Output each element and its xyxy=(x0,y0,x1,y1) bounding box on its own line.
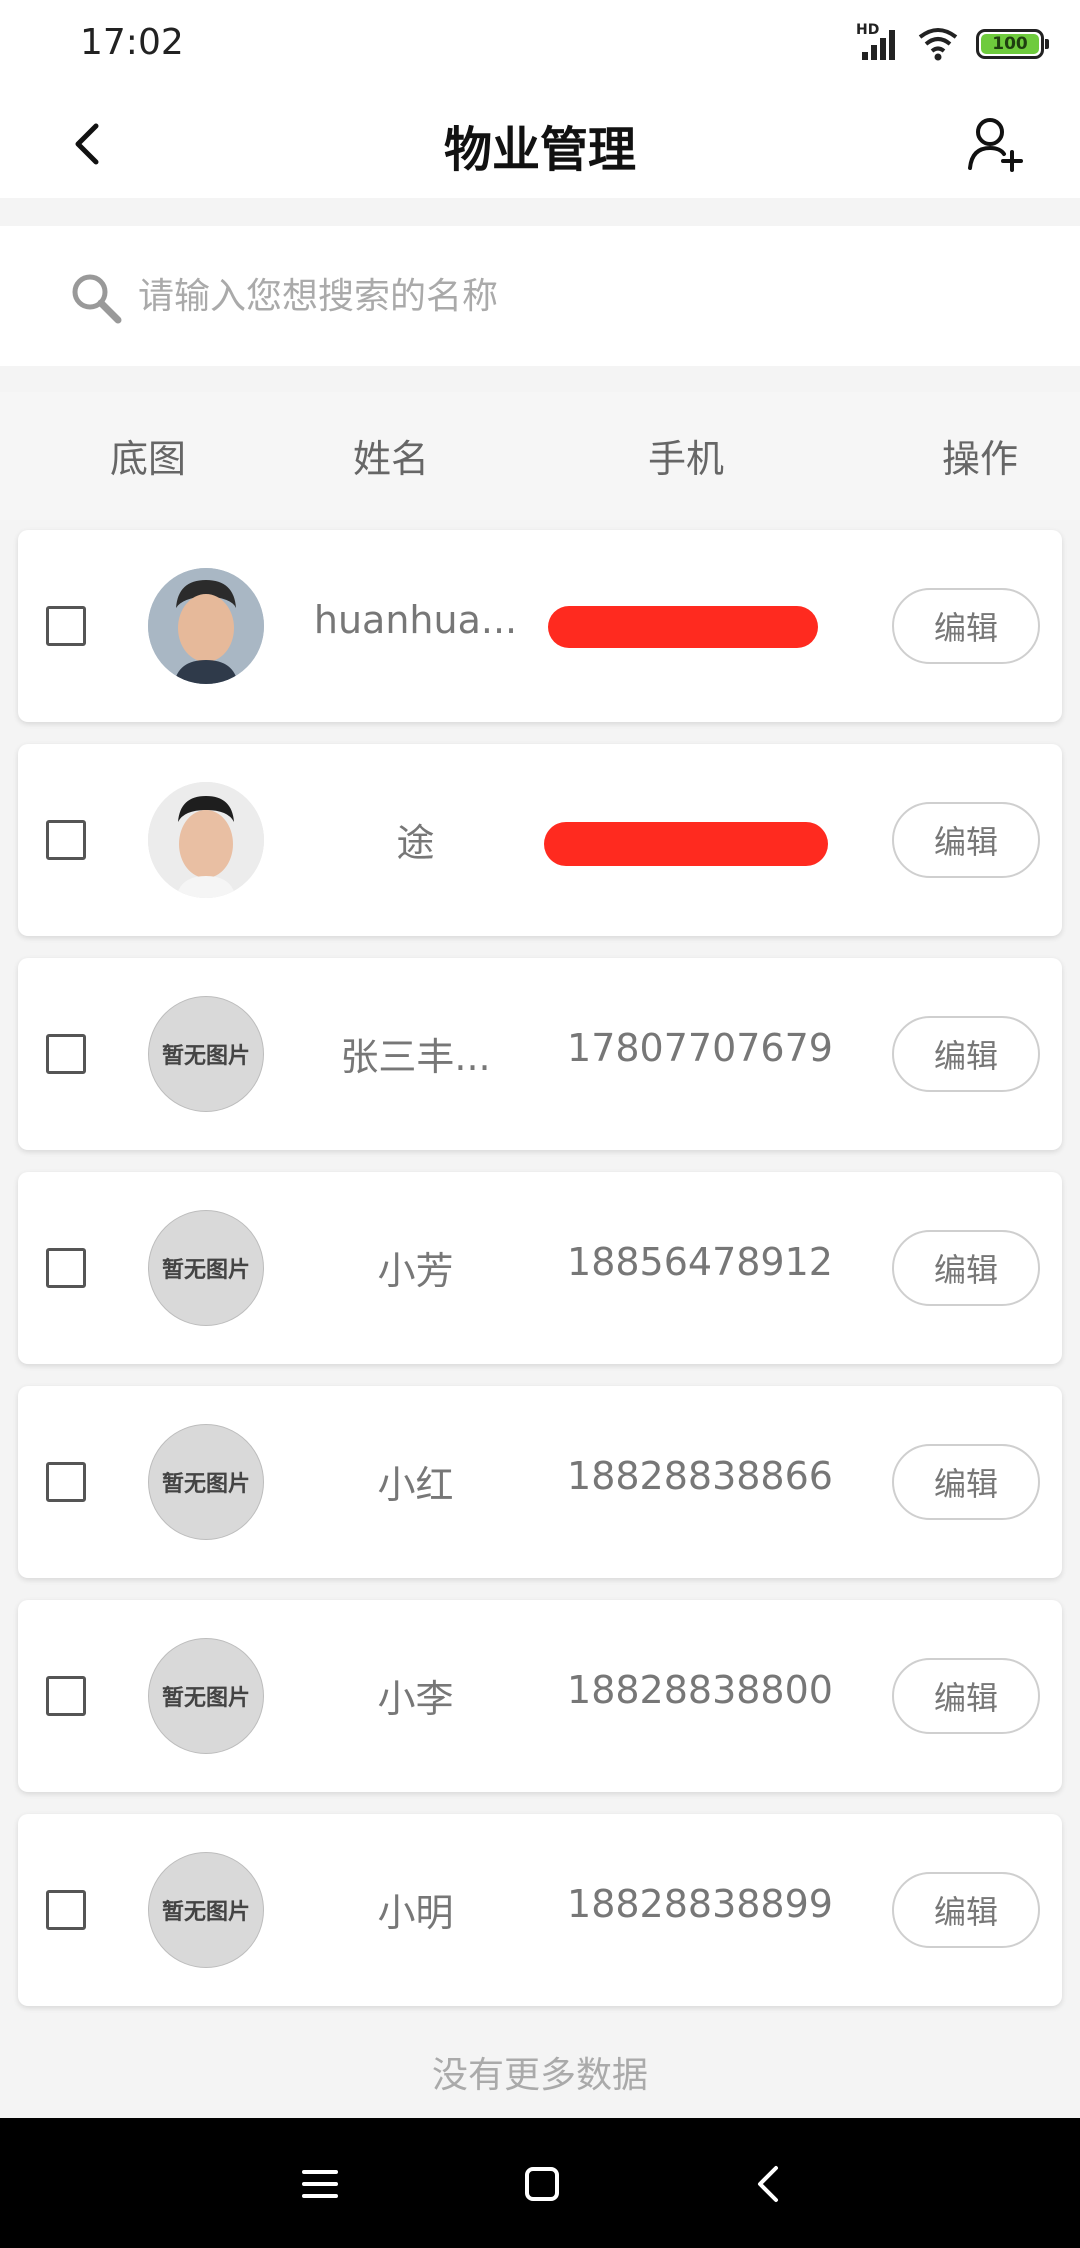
search-bar xyxy=(0,226,1080,366)
table-header: 底图 姓名 手机 操作 xyxy=(0,392,1080,520)
row-checkbox[interactable] xyxy=(46,820,86,860)
edit-button[interactable]: 编辑 xyxy=(892,1872,1040,1948)
table-row: 暂无图片 小李 18828838800 编辑 xyxy=(18,1600,1062,1792)
search-input[interactable] xyxy=(138,266,938,326)
system-nav-bar xyxy=(0,2118,1080,2248)
avatar-placeholder: 暂无图片 xyxy=(148,1424,264,1540)
edit-button[interactable]: 编辑 xyxy=(892,588,1040,664)
cellular-signal-icon: HD xyxy=(856,22,900,62)
row-phone: 17807707679 xyxy=(567,1026,833,1070)
table-row: 暂无图片 小红 18828838866 编辑 xyxy=(18,1386,1062,1578)
row-checkbox[interactable] xyxy=(46,1034,86,1074)
table-row: 途 编辑 xyxy=(18,744,1062,936)
row-checkbox[interactable] xyxy=(46,606,86,646)
phone-redaction xyxy=(548,606,818,648)
menu-icon[interactable] xyxy=(290,2154,350,2214)
edit-button[interactable]: 编辑 xyxy=(892,1444,1040,1520)
home-icon[interactable] xyxy=(512,2154,572,2214)
no-more-data-text: 没有更多数据 xyxy=(431,2055,648,2096)
row-phone: 18828838899 xyxy=(567,1882,833,1926)
table-row: 暂无图片 小明 18828838899 编辑 xyxy=(18,1814,1062,2006)
page-title: 物业管理 xyxy=(443,122,636,178)
row-checkbox[interactable] xyxy=(46,1890,86,1930)
row-phone: 18828838800 xyxy=(567,1668,833,1712)
edit-button[interactable]: 编辑 xyxy=(892,1658,1040,1734)
table-row: 暂无图片 张三丰... 17807707679 编辑 xyxy=(18,958,1062,1150)
table-row: huanhua... 编辑 xyxy=(18,530,1062,722)
row-name: huanhua... xyxy=(313,598,518,642)
row-name: 张三丰... xyxy=(340,1035,491,1079)
edit-button[interactable]: 编辑 xyxy=(892,802,1040,878)
search-icon xyxy=(72,274,122,324)
add-user-icon[interactable] xyxy=(964,112,1028,176)
nav-bar: 物业管理 xyxy=(0,90,1080,198)
row-phone: 18856478912 xyxy=(567,1240,833,1284)
edit-button[interactable]: 编辑 xyxy=(892,1016,1040,1092)
header-name: 姓名 xyxy=(352,437,429,481)
avatar-placeholder: 暂无图片 xyxy=(148,1852,264,1968)
row-phone: 18828838866 xyxy=(567,1454,833,1498)
row-checkbox[interactable] xyxy=(46,1248,86,1288)
edit-button[interactable]: 编辑 xyxy=(892,1230,1040,1306)
row-checkbox[interactable] xyxy=(46,1676,86,1716)
avatar-placeholder: 暂无图片 xyxy=(148,1638,264,1754)
header-action: 操作 xyxy=(941,437,1018,481)
row-checkbox[interactable] xyxy=(46,1462,86,1502)
header-phone: 手机 xyxy=(647,437,724,481)
avatar-placeholder: 暂无图片 xyxy=(148,1210,264,1326)
battery-icon: 100 xyxy=(976,29,1049,59)
phone-redaction xyxy=(544,822,828,866)
table-row: 暂无图片 小芳 18856478912 编辑 xyxy=(18,1172,1062,1364)
property-list: huanhua... 编辑 途 编辑 暂无图片 张三丰... 178077076… xyxy=(18,530,1062,2028)
avatar-placeholder: 暂无图片 xyxy=(148,996,264,1112)
header-avatar: 底图 xyxy=(109,437,186,481)
row-name: 小李 xyxy=(377,1677,454,1721)
avatar xyxy=(148,568,264,684)
status-time: 17:02 xyxy=(80,22,184,63)
status-bar: 17:02 HD 100 xyxy=(0,0,1080,90)
wifi-icon xyxy=(918,28,958,61)
row-name: 小芳 xyxy=(377,1249,454,1293)
row-name: 小红 xyxy=(377,1463,454,1507)
avatar xyxy=(148,782,264,898)
battery-level: 100 xyxy=(981,34,1039,54)
back-icon[interactable] xyxy=(740,2154,800,2214)
status-icons: HD 100 xyxy=(856,22,1049,64)
row-name: 途 xyxy=(396,821,435,865)
row-name: 小明 xyxy=(377,1891,454,1935)
